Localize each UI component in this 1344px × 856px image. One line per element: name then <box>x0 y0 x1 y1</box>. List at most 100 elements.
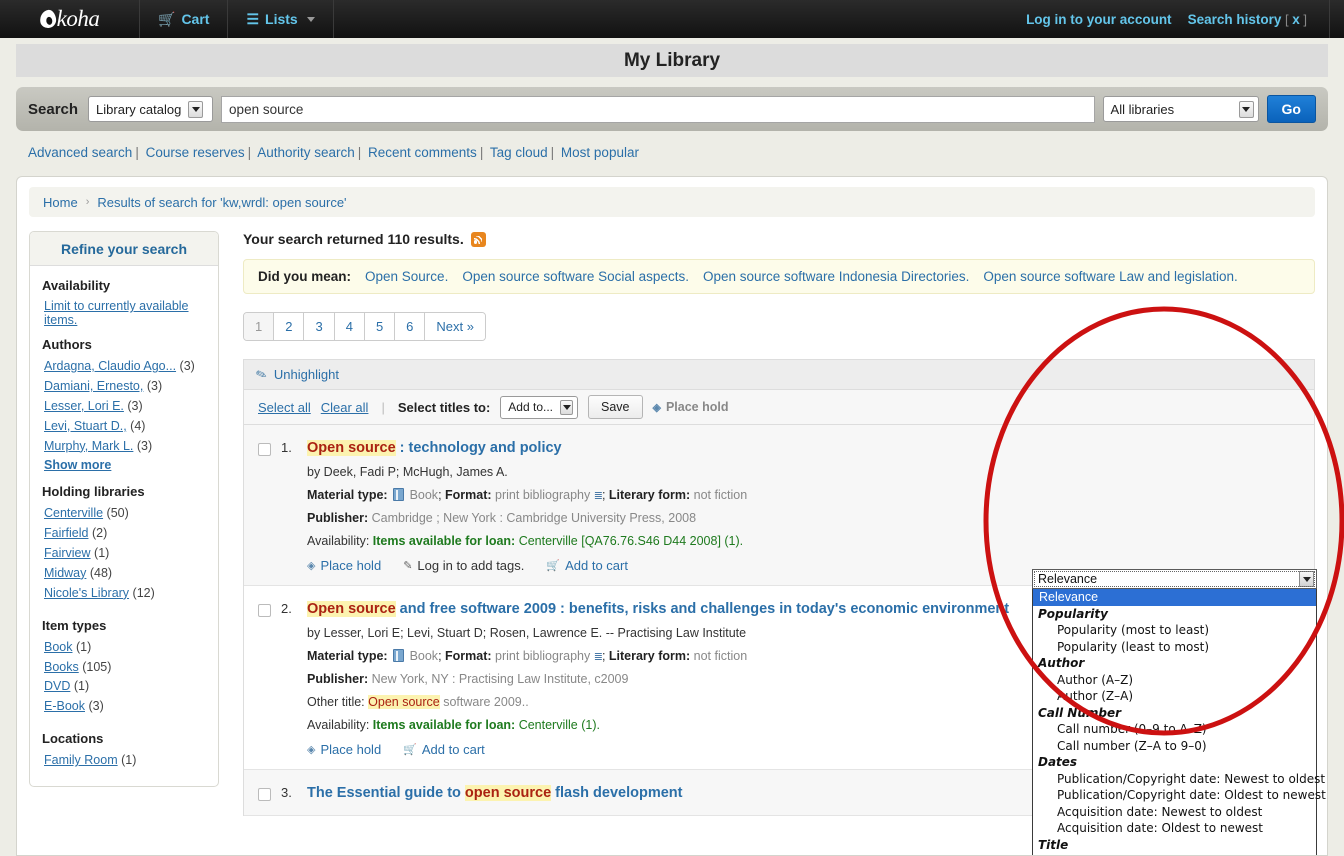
search-input[interactable] <box>221 96 1095 123</box>
facet-link-author[interactable]: Ardagna, Claudio Ago... <box>44 359 176 373</box>
page-link-5[interactable]: 5 <box>365 313 395 340</box>
place-hold-link[interactable]: ◈Place hold <box>307 558 381 573</box>
sort-option-pubdate-newest[interactable]: Publication/Copyright date: Newest to ol… <box>1033 771 1316 788</box>
list-item[interactable]: Murphy, Mark L. (3) <box>44 438 206 455</box>
list-item[interactable]: Show more <box>44 457 206 474</box>
search-history-link[interactable]: Search history <box>1188 12 1282 27</box>
unhighlight-link[interactable]: Unhighlight <box>274 367 339 382</box>
breadcrumb-current[interactable]: Results of search for 'kw,wrdl: open sou… <box>97 195 346 210</box>
link-advanced-search[interactable]: Advanced search <box>28 145 132 160</box>
sort-option-relevance[interactable]: Relevance <box>1033 589 1316 606</box>
sort-option-acqdate-oldest[interactable]: Acquisition date: Oldest to newest <box>1033 820 1316 837</box>
link-recent-comments[interactable]: Recent comments <box>368 145 477 160</box>
list-item[interactable]: Ardagna, Claudio Ago... (3) <box>44 358 206 375</box>
page-link-3[interactable]: 3 <box>304 313 334 340</box>
clear-all-link[interactable]: Clear all <box>321 400 369 415</box>
facet-link-library[interactable]: Nicole's Library <box>44 586 129 600</box>
facet-link-location[interactable]: Family Room <box>44 753 118 767</box>
list-item[interactable]: Nicole's Library (12) <box>44 585 206 602</box>
sort-option-popularity-least[interactable]: Popularity (least to most) <box>1033 639 1316 656</box>
sort-option-author-za[interactable]: Author (Z–A) <box>1033 688 1316 705</box>
sort-option-author-az[interactable]: Author (A–Z) <box>1033 672 1316 689</box>
catalog-select[interactable]: Library catalog <box>88 96 213 122</box>
link-tag-cloud[interactable]: Tag cloud <box>490 145 548 160</box>
facet-link-library[interactable]: Fairview <box>44 546 91 560</box>
sort-select-box[interactable]: Relevance <box>1032 569 1317 589</box>
did-you-mean-suggestion[interactable]: Open source software Law and legislation… <box>983 269 1237 284</box>
link-course-reserves[interactable]: Course reserves <box>146 145 245 160</box>
sort-option-callnumber-asc[interactable]: Call number (0–9 to A–Z) <box>1033 721 1316 738</box>
list-item[interactable]: Fairview (1) <box>44 545 206 562</box>
list-item[interactable]: Damiani, Ernesto, (3) <box>44 378 206 395</box>
add-to-select[interactable]: Add to... <box>500 396 578 419</box>
publisher-label: Publisher: <box>307 511 368 525</box>
close-search-history-icon[interactable]: x <box>1292 12 1300 27</box>
add-to-cart-link[interactable]: 🛒Add to cart <box>546 558 628 573</box>
sort-select-open[interactable]: Relevance Relevance Popularity Popularit… <box>1032 569 1317 856</box>
did-you-mean-suggestion[interactable]: Open source software Social aspects. <box>462 269 689 284</box>
list-item[interactable]: Lesser, Lori E. (3) <box>44 398 206 415</box>
page-link-2[interactable]: 2 <box>274 313 304 340</box>
list-item[interactable]: Midway (48) <box>44 565 206 582</box>
list-item[interactable]: Book (1) <box>44 639 206 656</box>
list-item[interactable]: Books (105) <box>44 659 206 676</box>
sort-option-pubdate-oldest[interactable]: Publication/Copyright date: Oldest to ne… <box>1033 787 1316 804</box>
sort-option-callnumber-desc[interactable]: Call number (Z–A to 9–0) <box>1033 738 1316 755</box>
nav-right-group: Log in to your account Search history [ … <box>1026 0 1344 38</box>
rss-feed-icon[interactable] <box>471 232 486 247</box>
list-item[interactable]: E-Book (3) <box>44 698 206 715</box>
link-most-popular[interactable]: Most popular <box>561 145 639 160</box>
sort-option-acqdate-newest[interactable]: Acquisition date: Newest to oldest <box>1033 804 1316 821</box>
facet-link-library[interactable]: Fairfield <box>44 526 88 540</box>
facet-item-limit-available[interactable]: Limit to currently available items. <box>44 299 206 327</box>
login-link[interactable]: Log in to your account <box>1026 12 1172 27</box>
library-select[interactable]: All libraries <box>1103 96 1259 122</box>
facet-link-author[interactable]: Damiani, Ernesto, <box>44 379 143 393</box>
page-link-6[interactable]: 6 <box>395 313 425 340</box>
facet-group-holding-libraries-title: Holding libraries <box>42 484 206 499</box>
list-item[interactable]: DVD (1) <box>44 678 206 695</box>
did-you-mean-suggestion[interactable]: Open source software Indonesia Directori… <box>703 269 969 284</box>
page-link-next[interactable]: Next » <box>425 313 485 340</box>
nav-lists[interactable]: ☰ Lists <box>228 0 333 38</box>
list-item[interactable]: Family Room (1) <box>44 752 206 769</box>
facet-link-author[interactable]: Levi, Stuart D., <box>44 419 127 433</box>
facet-link-itemtype[interactable]: DVD <box>44 679 70 693</box>
link-authority-search[interactable]: Authority search <box>257 145 355 160</box>
tag-icon: ✎ <box>403 559 412 572</box>
result-checkbox[interactable] <box>258 788 271 801</box>
place-hold-icon: ◈ <box>307 743 315 756</box>
place-hold-link[interactable]: ◈Place hold <box>307 742 381 757</box>
facet-link-library[interactable]: Midway <box>44 566 86 580</box>
facet-link-itemtype[interactable]: E-Book <box>44 699 85 713</box>
facet-count: (105) <box>82 660 111 674</box>
facet-link-author[interactable]: Lesser, Lori E. <box>44 399 124 413</box>
format-label: Format: <box>445 488 492 502</box>
facet-link-library[interactable]: Centerville <box>44 506 103 520</box>
breadcrumb-home[interactable]: Home <box>43 195 78 210</box>
facet-list-item-types: Book (1) Books (105) DVD (1) E-Book (3) <box>42 639 206 716</box>
add-to-cart-link[interactable]: 🛒Add to cart <box>403 742 485 757</box>
koha-logo[interactable]: koha <box>0 0 140 38</box>
save-button[interactable]: Save <box>588 395 643 419</box>
result-title-link[interactable]: Open source : technology and policy <box>307 439 1302 458</box>
facet-count: (2) <box>92 526 107 540</box>
list-item[interactable]: Centerville (50) <box>44 505 206 522</box>
sort-option-popularity-most[interactable]: Popularity (most to least) <box>1033 622 1316 639</box>
select-all-link[interactable]: Select all <box>258 400 311 415</box>
facet-link-itemtype[interactable]: Book <box>44 640 73 654</box>
result-checkbox[interactable] <box>258 443 271 456</box>
list-item[interactable]: Fairfield (2) <box>44 525 206 542</box>
login-to-tag[interactable]: ✎Log in to add tags. <box>403 558 524 573</box>
page-link-4[interactable]: 4 <box>335 313 365 340</box>
facet-link-limit-available[interactable]: Limit to currently available items. <box>44 299 189 327</box>
literary-form-label: Literary form: <box>609 488 690 502</box>
go-button[interactable]: Go <box>1267 95 1316 123</box>
nav-cart[interactable]: 🛒 Cart <box>140 0 228 38</box>
result-checkbox[interactable] <box>258 604 271 617</box>
facet-link-author[interactable]: Murphy, Mark L. <box>44 439 133 453</box>
list-item[interactable]: Levi, Stuart D., (4) <box>44 418 206 435</box>
facet-link-itemtype[interactable]: Books <box>44 660 79 674</box>
did-you-mean-suggestion[interactable]: Open Source. <box>365 269 448 284</box>
facet-show-more-authors[interactable]: Show more <box>44 458 111 472</box>
